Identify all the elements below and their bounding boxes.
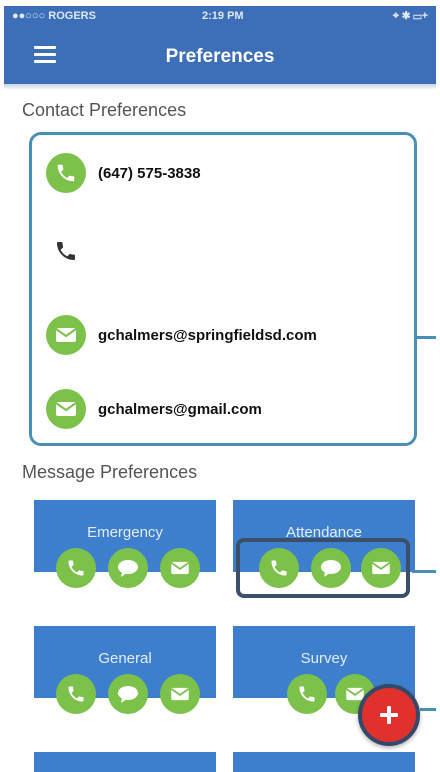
contact-value: (647) 575-3838 xyxy=(98,165,201,182)
contact-value: gchalmers@gmail.com xyxy=(98,401,262,418)
contact-value: gchalmers@springfieldsd.com xyxy=(98,327,317,344)
message-preferences-title: Message Preferences xyxy=(22,462,198,482)
status-bar: ●●○○○ ROGERS 2:19 PM ⌖ ✱ ▭+ xyxy=(4,6,436,26)
tile-partial[interactable] xyxy=(233,752,415,772)
nav-bar: Preferences xyxy=(4,26,436,84)
contact-row-email-work[interactable]: gchalmers@springfieldsd.com xyxy=(46,315,406,359)
tile-label: Survey xyxy=(300,650,348,667)
connector-line xyxy=(420,708,436,711)
status-icons: ⌖ ✱ ▭+ xyxy=(392,10,428,22)
status-time: 2:19 PM xyxy=(202,10,244,22)
chat-icon[interactable] xyxy=(108,548,148,588)
phone-outline-icon xyxy=(46,231,86,271)
contact-row-phone[interactable]: (647) 575-3838 xyxy=(46,153,406,197)
email-icon[interactable] xyxy=(160,548,200,588)
phone-icon[interactable] xyxy=(56,674,96,714)
phone-icon xyxy=(46,153,86,193)
tile-label: General xyxy=(98,650,152,667)
connector-line xyxy=(412,570,436,573)
tile-general[interactable]: General xyxy=(34,626,216,714)
chat-icon[interactable] xyxy=(108,674,148,714)
email-icon[interactable] xyxy=(160,674,200,714)
header-shadow xyxy=(4,84,436,90)
tile-partial[interactable] xyxy=(34,752,216,772)
selection-highlight xyxy=(236,538,410,598)
tile-label: Emergency xyxy=(87,524,163,541)
carrier-label: ●●○○○ ROGERS xyxy=(12,10,96,22)
page-title: Preferences xyxy=(165,46,275,67)
add-button[interactable] xyxy=(358,684,420,746)
contact-preferences-title: Contact Preferences xyxy=(22,100,187,120)
plus-icon xyxy=(380,706,398,724)
connector-line xyxy=(417,336,436,339)
tile-emergency[interactable]: Emergency xyxy=(34,500,216,588)
contact-row-phone-secondary[interactable] xyxy=(46,231,406,275)
contact-row-email-personal[interactable]: gchalmers@gmail.com xyxy=(46,389,406,433)
phone-icon[interactable] xyxy=(287,674,327,714)
contact-card: (647) 575-3838 gchalmers@springfieldsd.c… xyxy=(29,132,417,446)
email-icon xyxy=(46,389,86,429)
phone-icon[interactable] xyxy=(56,548,96,588)
email-icon xyxy=(46,315,86,355)
